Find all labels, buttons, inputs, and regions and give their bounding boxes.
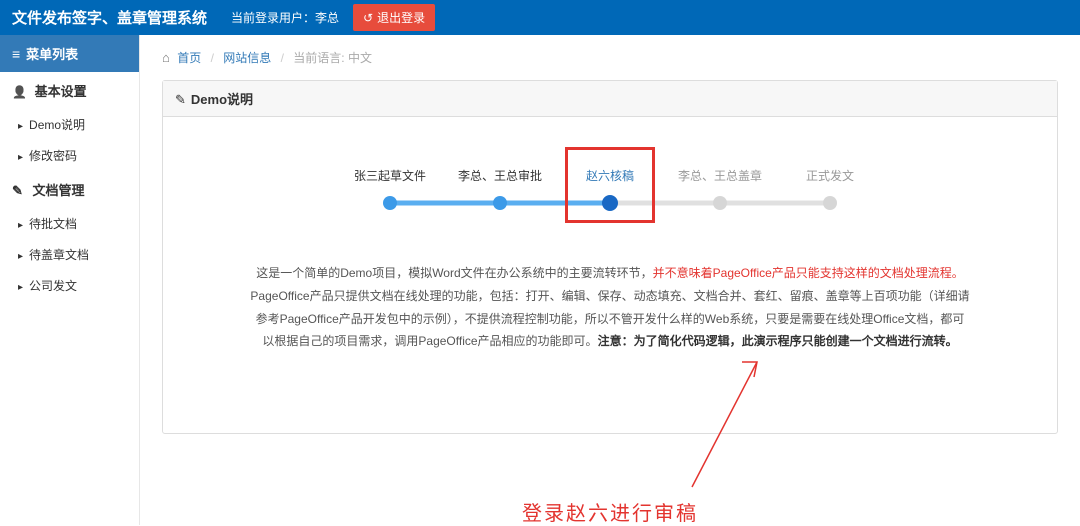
logout-button[interactable]: 退出登录 bbox=[353, 4, 435, 31]
panel: Demo说明 张三起草文件 李总、王总审批 赵六核稿 bbox=[162, 80, 1058, 434]
sidebar-item-pending-seal[interactable]: 待盖章文档 bbox=[0, 239, 139, 270]
breadcrumb-home[interactable]: 首页 bbox=[177, 51, 201, 65]
sidebar-item-password[interactable]: 修改密码 bbox=[0, 140, 139, 171]
annotation-text: 登录赵六进行审稿 bbox=[522, 497, 698, 526]
sidebar-item-company-publish[interactable]: 公司发文 bbox=[0, 270, 139, 301]
user-icon bbox=[12, 84, 31, 99]
sidebar-section-basic[interactable]: 基本设置 bbox=[0, 72, 139, 109]
highlight-box bbox=[565, 147, 655, 223]
annotation-arrow bbox=[682, 357, 762, 497]
home-icon bbox=[162, 51, 174, 65]
breadcrumb-page[interactable]: 网站信息 bbox=[223, 51, 271, 65]
current-user: 当前登录用户：李总 bbox=[231, 9, 339, 26]
sidebar: 菜单列表 基本设置 Demo说明 修改密码 文档管理 待批文档 待盖章文档 公司… bbox=[0, 35, 140, 525]
app-header: 文件发布签字、盖章管理系统 当前登录用户：李总 退出登录 bbox=[0, 0, 1080, 35]
sidebar-title: 菜单列表 bbox=[0, 35, 139, 72]
main-content: 首页 / 网站信息 / 当前语言: 中文 Demo说明 张三起草文件 李总、王总… bbox=[140, 35, 1080, 525]
breadcrumb-lang: 当前语言: 中文 bbox=[293, 51, 372, 65]
description: 这是一个简单的Demo项目，模拟Word文件在办公系统中的主要流转环节，并不意味… bbox=[250, 262, 970, 353]
sidebar-item-demo[interactable]: Demo说明 bbox=[0, 109, 139, 140]
step-1: 张三起草文件 bbox=[335, 167, 445, 212]
sidebar-item-pending-approve[interactable]: 待批文档 bbox=[0, 208, 139, 239]
panel-title: Demo说明 bbox=[163, 81, 1057, 117]
sidebar-section-docs[interactable]: 文档管理 bbox=[0, 171, 139, 208]
edit-icon bbox=[12, 183, 29, 198]
workflow-stepper: 张三起草文件 李总、王总审批 赵六核稿 李总、王总盖章 bbox=[183, 167, 1037, 212]
step-3: 赵六核稿 bbox=[555, 167, 665, 212]
breadcrumb: 首页 / 网站信息 / 当前语言: 中文 bbox=[162, 49, 1058, 66]
app-title: 文件发布签字、盖章管理系统 bbox=[12, 7, 207, 28]
